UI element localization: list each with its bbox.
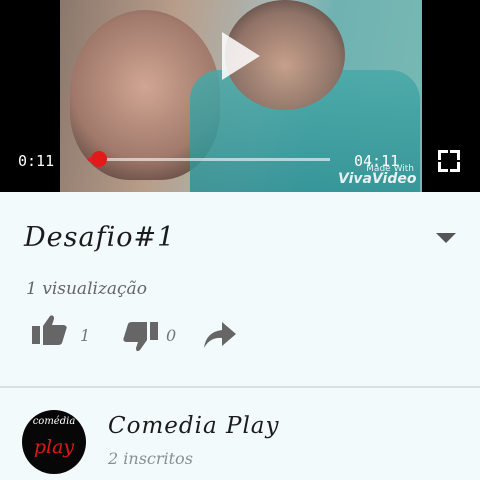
play-icon[interactable] <box>222 32 260 80</box>
view-count: 1 visualização <box>26 279 147 299</box>
progress-handle[interactable] <box>90 151 107 167</box>
dislike-count: 0 <box>166 326 177 345</box>
video-player[interactable]: 0:11 04:11 Made With VivaVideo <box>0 0 480 192</box>
fullscreen-icon[interactable] <box>438 150 460 172</box>
avatar-text-top: comédia <box>32 416 76 427</box>
share-icon[interactable] <box>202 320 238 350</box>
video-title: Desafio#1 <box>24 222 176 253</box>
like-count: 1 <box>80 326 91 345</box>
subscriber-count: 2 inscritos <box>108 449 193 468</box>
progress-bar[interactable] <box>88 151 330 167</box>
divider <box>0 386 480 388</box>
current-time: 0:11 <box>18 152 55 170</box>
dislike-icon[interactable] <box>122 322 158 354</box>
like-icon[interactable] <box>32 314 68 346</box>
avatar-text-bottom: play <box>33 436 75 458</box>
watermark: Made With VivaVideo <box>338 164 417 187</box>
channel-name[interactable]: Comedia Play <box>108 413 280 439</box>
channel-avatar[interactable]: comédia play <box>22 410 86 474</box>
watermark-brand: VivaVideo <box>338 171 417 187</box>
expand-icon[interactable] <box>436 233 456 243</box>
action-bar: 1 0 <box>0 312 480 352</box>
